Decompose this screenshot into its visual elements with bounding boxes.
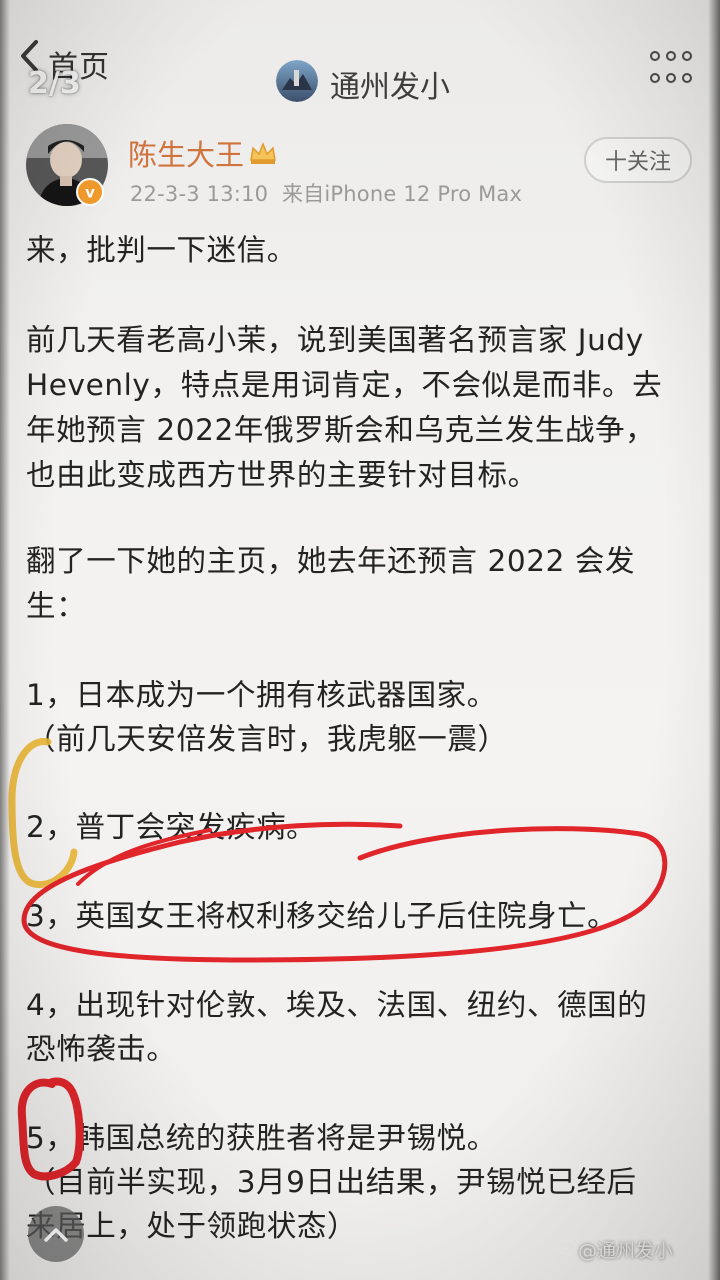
post-line: （前几天安倍发言时，我虎躯一震） bbox=[26, 722, 508, 756]
follow-button[interactable]: 十关注 bbox=[584, 137, 692, 183]
post-line: Hevenly，特点是用词肯定，不会似是而非。去 bbox=[26, 368, 663, 402]
watermark: @通州发小 bbox=[578, 1240, 674, 1262]
more-dots-icon[interactable] bbox=[648, 48, 694, 88]
post-source: 来自iPhone 12 Pro Max bbox=[281, 182, 523, 206]
post-line: 1，日本成为一个拥有核武器国家。 bbox=[26, 678, 497, 712]
account-avatar[interactable] bbox=[276, 60, 318, 102]
post-timestamp: 22-3-3 13:10 bbox=[130, 182, 269, 206]
svg-text:v: v bbox=[85, 184, 95, 202]
post-line: 也由此变成西方世界的主要针对目标。 bbox=[26, 458, 538, 492]
screen-photo: 首页 2/3 通州发小 v 陈生大王 22-3-3 13:10 来自iPhone… bbox=[0, 0, 720, 1280]
post-line: 来，批判一下迷信。 bbox=[26, 233, 297, 267]
post-line: 5，韩国总统的获胜者将是尹锡悦。 bbox=[26, 1121, 497, 1155]
photo-edge-shadow bbox=[0, 0, 10, 1280]
photo-edge-shadow bbox=[708, 0, 720, 1280]
chevron-up-icon bbox=[44, 1228, 68, 1242]
post-line: 翻了一下她的主页，她去年还预言 2022 会发 bbox=[26, 544, 636, 578]
scroll-top-button[interactable] bbox=[28, 1206, 84, 1262]
crown-icon bbox=[250, 141, 276, 164]
post-meta: 22-3-3 13:10 来自iPhone 12 Pro Max bbox=[130, 178, 522, 208]
post-line: 3，英国女王将权利移交给儿子后住院身亡。 bbox=[26, 899, 618, 933]
post-line: 4，出现针对伦敦、埃及、法国、纽约、德国的 bbox=[26, 988, 648, 1022]
post-line: 生： bbox=[26, 589, 87, 623]
username[interactable]: 陈生大王 bbox=[128, 132, 244, 174]
page-indicator: 2/3 bbox=[28, 66, 81, 101]
post-line: 2，普丁会突发疾病。 bbox=[26, 810, 317, 844]
post-line: 恐怖袭击。 bbox=[26, 1032, 177, 1066]
post-line: 年她预言 2022年俄罗斯会和乌克兰发生战争， bbox=[26, 413, 656, 447]
post-line: （目前半实现，3月9日出结果，尹锡悦已经后 bbox=[26, 1165, 637, 1199]
verify-badge-icon: v bbox=[76, 178, 104, 206]
weibo-logo-icon bbox=[557, 1236, 579, 1255]
account-name[interactable]: 通州发小 bbox=[330, 62, 450, 106]
post-line: 前几天看老高小茉，说到美国著名预言家 Judy bbox=[26, 323, 644, 357]
